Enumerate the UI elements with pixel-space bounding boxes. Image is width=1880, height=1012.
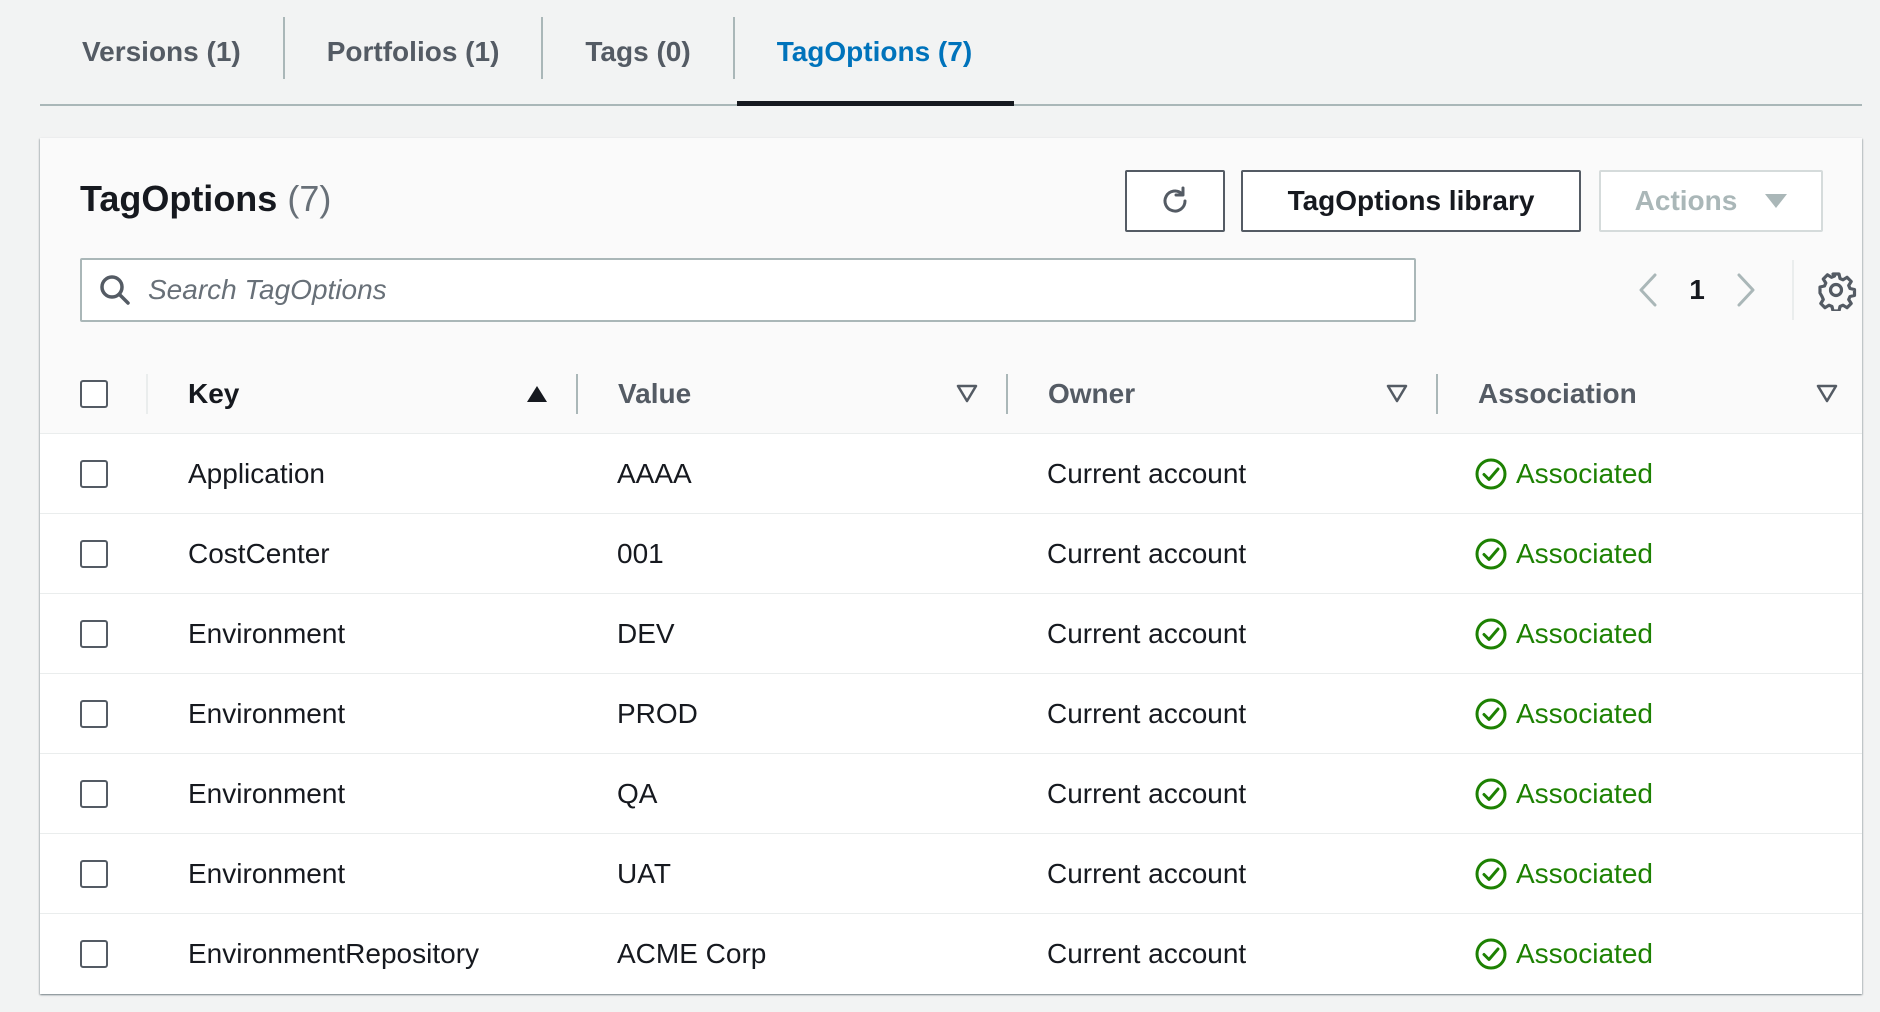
- cell-association: Associated: [1474, 434, 1653, 514]
- row-checkbox[interactable]: [80, 540, 108, 568]
- gear-icon: [1818, 272, 1857, 313]
- row-checkbox[interactable]: [80, 940, 108, 968]
- check-circle-icon: [1475, 698, 1507, 730]
- panel-title-count: (7): [287, 178, 332, 219]
- search-field[interactable]: [80, 258, 1416, 322]
- cell-key: Environment: [188, 618, 346, 649]
- check-circle-icon: [1475, 458, 1507, 490]
- caret-down-outline-icon[interactable]: [1816, 384, 1838, 404]
- cell-association: Associated: [1474, 914, 1653, 994]
- cell-owner: Current account: [1047, 698, 1247, 729]
- current-page-number[interactable]: 1: [1668, 274, 1726, 306]
- previous-page-button[interactable]: [1628, 262, 1668, 318]
- panel-title: TagOptions (7): [80, 178, 331, 220]
- cell-owner: Current account: [1047, 458, 1247, 489]
- cell-key: CostCenter: [188, 538, 330, 569]
- cell-value: DEV: [617, 618, 675, 649]
- cell-key: Environment: [188, 858, 346, 889]
- table-row[interactable]: Environment PROD Current account Associa…: [40, 674, 1862, 754]
- caret-up-filled-icon[interactable]: [526, 384, 548, 404]
- tab-tags[interactable]: Tags (0): [543, 0, 732, 104]
- status-text: Associated: [1516, 858, 1653, 889]
- refresh-icon: [1163, 186, 1187, 213]
- actions-label: Actions: [1634, 185, 1738, 216]
- refresh-button[interactable]: [1125, 170, 1225, 232]
- cell-key: EnvironmentRepository: [188, 938, 480, 969]
- row-checkbox[interactable]: [80, 700, 108, 728]
- search-icon: [100, 275, 130, 305]
- tab-bar: Versions (1) Portfolios (1) Tags (0) Tag…: [40, 0, 1862, 106]
- column-header-value[interactable]: Value: [618, 354, 691, 434]
- cell-owner: Current account: [1047, 618, 1247, 649]
- status-text: Associated: [1516, 618, 1653, 649]
- cell-owner: Current account: [1047, 858, 1247, 889]
- actions-dropdown-button[interactable]: Actions: [1599, 170, 1823, 232]
- cell-association: Associated: [1474, 834, 1653, 914]
- cell-association: Associated: [1474, 594, 1653, 674]
- pagination: 1: [1628, 262, 1766, 318]
- cell-association: Associated: [1474, 514, 1653, 594]
- caret-down-outline-icon[interactable]: [1386, 384, 1408, 404]
- row-checkbox[interactable]: [80, 620, 108, 648]
- column-header-association[interactable]: Association: [1478, 354, 1637, 434]
- table-row[interactable]: Environment QA Current account Associate…: [40, 754, 1862, 834]
- check-circle-icon: [1475, 858, 1507, 890]
- status-text: Associated: [1516, 458, 1653, 489]
- chevron-right-icon: [1737, 273, 1755, 307]
- status-text: Associated: [1516, 938, 1653, 969]
- column-divider[interactable]: [1006, 374, 1008, 414]
- cell-owner: Current account: [1047, 538, 1247, 569]
- caret-down-outline-icon[interactable]: [956, 384, 978, 404]
- cell-key: Environment: [188, 778, 346, 809]
- check-circle-icon: [1475, 778, 1507, 810]
- row-checkbox[interactable]: [80, 780, 108, 808]
- row-checkbox[interactable]: [80, 460, 108, 488]
- search-input[interactable]: [146, 273, 1390, 307]
- cell-association: Associated: [1474, 754, 1653, 834]
- table-header: Key Value Owner Association: [40, 354, 1862, 434]
- cell-value: ACME Corp: [617, 938, 767, 969]
- table-preferences-button[interactable]: [1815, 269, 1857, 313]
- cell-owner: Current account: [1047, 778, 1247, 809]
- tab-portfolios[interactable]: Portfolios (1): [285, 0, 542, 104]
- cell-value: QA: [617, 778, 658, 809]
- column-divider: [146, 374, 148, 414]
- status-text: Associated: [1516, 698, 1653, 729]
- cell-value: PROD: [617, 698, 698, 729]
- row-checkbox[interactable]: [80, 860, 108, 888]
- check-circle-icon: [1475, 618, 1507, 650]
- caret-down-icon: [1765, 194, 1788, 208]
- cell-value: UAT: [617, 858, 671, 889]
- column-header-key[interactable]: Key: [188, 354, 239, 434]
- pagination-divider: [1792, 260, 1794, 320]
- status-text: Associated: [1516, 778, 1653, 809]
- check-circle-icon: [1475, 538, 1507, 570]
- cell-value: AAAA: [617, 458, 692, 489]
- panel-header: TagOptions (7) TagOptions library Action…: [40, 138, 1862, 355]
- status-text: Associated: [1516, 538, 1653, 569]
- tab-tagoptions[interactable]: TagOptions (7): [735, 0, 1015, 106]
- tagoptions-library-button[interactable]: TagOptions library: [1241, 170, 1581, 232]
- column-divider[interactable]: [576, 374, 578, 414]
- check-circle-icon: [1475, 938, 1507, 970]
- column-divider[interactable]: [1436, 374, 1438, 414]
- cell-owner: Current account: [1047, 938, 1247, 969]
- table-row[interactable]: Application AAAA Current account Associa…: [40, 434, 1862, 514]
- cell-value: 001: [617, 538, 664, 569]
- table-row[interactable]: Environment DEV Current account Associat…: [40, 594, 1862, 674]
- panel-title-text: TagOptions: [80, 178, 278, 219]
- next-page-button[interactable]: [1726, 262, 1766, 318]
- table-row[interactable]: Environment UAT Current account Associat…: [40, 834, 1862, 914]
- column-header-owner[interactable]: Owner: [1048, 354, 1135, 434]
- table-row[interactable]: CostCenter 001 Current account Associate…: [40, 514, 1862, 594]
- cell-key: Application: [188, 458, 325, 489]
- tab-versions[interactable]: Versions (1): [40, 0, 283, 104]
- chevron-left-icon: [1639, 273, 1657, 307]
- cell-association: Associated: [1474, 674, 1653, 754]
- select-all-checkbox[interactable]: [80, 380, 108, 408]
- tagoptions-panel: TagOptions (7) TagOptions library Action…: [40, 138, 1862, 994]
- cell-key: Environment: [188, 698, 346, 729]
- table-row[interactable]: EnvironmentRepository ACME Corp Current …: [40, 914, 1862, 994]
